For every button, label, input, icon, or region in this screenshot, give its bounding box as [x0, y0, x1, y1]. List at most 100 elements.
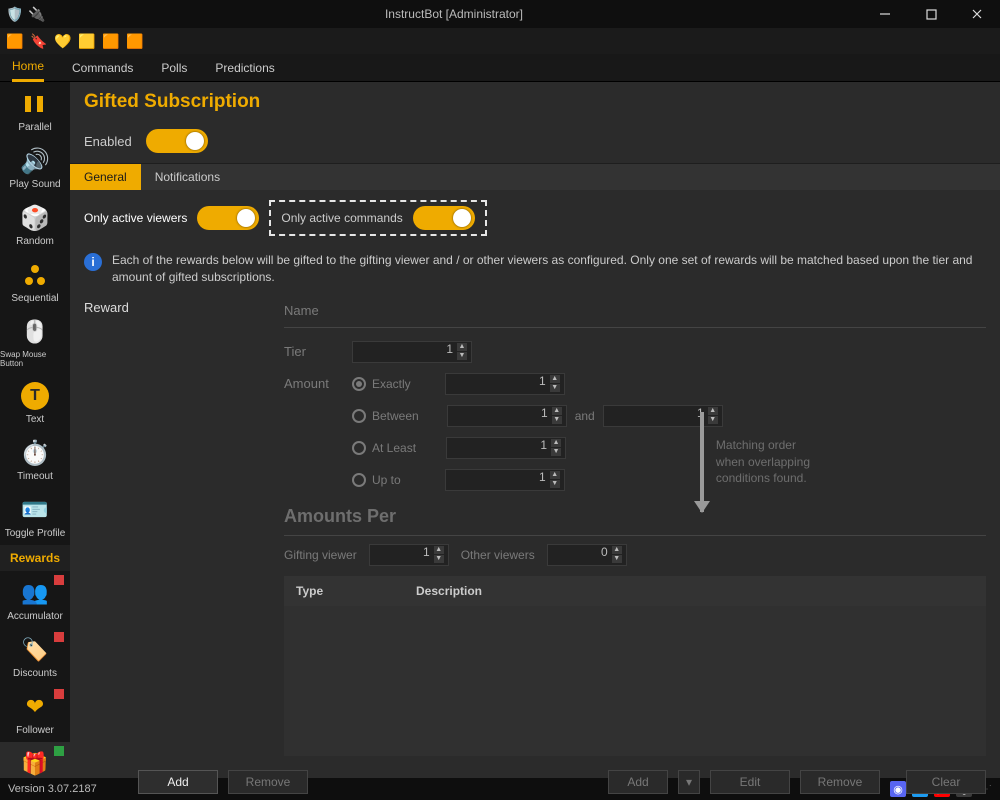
info-icon: i: [84, 253, 102, 271]
tab-predictions[interactable]: Predictions: [215, 55, 274, 81]
remove-action-button[interactable]: Remove: [800, 770, 880, 794]
add-reward-button[interactable]: Add: [138, 770, 218, 794]
sidebar-item-label: Text: [26, 414, 44, 425]
tier-label: Tier: [284, 344, 344, 359]
rewards-table-header: Type Description: [284, 576, 986, 606]
sidebar-item-discounts[interactable]: 🏷️ Discounts: [0, 628, 70, 685]
subtab-notifications[interactable]: Notifications: [141, 164, 234, 190]
other-viewers-input[interactable]: 0▲▼: [547, 544, 627, 566]
subtabs: General Notifications: [70, 163, 1000, 190]
mouse-icon: 🖱️: [15, 314, 55, 350]
sidebar-item-label: Random: [16, 236, 54, 247]
speaker-icon: 🔊: [15, 143, 55, 179]
sidebar-item-text[interactable]: T Text: [0, 374, 70, 431]
gifting-viewer-input[interactable]: 1▲▼: [369, 544, 449, 566]
gift-icon: 🎁: [15, 746, 55, 778]
exactly-label: Exactly: [372, 377, 411, 391]
radio-between[interactable]: [352, 409, 366, 423]
arrow-down-icon: [700, 412, 704, 512]
add-action-dropdown[interactable]: ▾: [678, 770, 700, 794]
window-title: InstructBot [Administrator]: [46, 0, 862, 28]
sidebar-item-random[interactable]: 🎲 Random: [0, 196, 70, 253]
sidebar-item-label: Swap Mouse Button: [0, 350, 70, 368]
at-least-input[interactable]: 1▲▼: [446, 437, 566, 459]
sidebar-item-follower[interactable]: ❤ Follower: [0, 685, 70, 742]
radio-exactly[interactable]: [352, 377, 366, 391]
sidebar-item-parallel[interactable]: Parallel: [0, 82, 70, 139]
enabled-toggle[interactable]: [146, 129, 208, 153]
only-active-commands-highlight: Only active commands: [269, 200, 486, 236]
sidebar-item-timeout[interactable]: ⏱️ Timeout: [0, 431, 70, 488]
radio-up-to[interactable]: [352, 473, 366, 487]
close-button[interactable]: [954, 0, 1000, 28]
maximize-button[interactable]: [908, 0, 954, 28]
sidebar-section-rewards: Rewards: [0, 545, 70, 571]
toolbar-icon-4[interactable]: 🟨: [78, 32, 96, 50]
enabled-label: Enabled: [84, 134, 132, 149]
radio-at-least[interactable]: [352, 441, 366, 455]
up-to-label: Up to: [372, 473, 401, 487]
toolbar-icon-5[interactable]: 🟧: [102, 32, 120, 50]
name-label: Name: [284, 303, 344, 318]
sidebar-item-label: Play Sound: [9, 179, 60, 190]
th-description: Description: [404, 576, 494, 606]
between-label: Between: [372, 409, 419, 423]
only-active-viewers-label: Only active viewers: [84, 211, 187, 225]
accumulator-icon: 👥: [15, 575, 55, 611]
toolbar-icon-3[interactable]: 💛: [54, 32, 72, 50]
clock-icon: ⏱️: [15, 435, 55, 471]
exactly-input[interactable]: 1▲▼: [445, 373, 565, 395]
between-and-label: and: [575, 409, 595, 423]
reward-column-label: Reward: [84, 298, 284, 756]
sidebar-item-sequential[interactable]: Sequential: [0, 253, 70, 310]
up-to-input[interactable]: 1▲▼: [445, 469, 565, 491]
sequential-icon: [15, 257, 55, 293]
sidebar-item-label: Parallel: [18, 122, 51, 133]
app-logo-icon: 🛡️: [6, 5, 24, 23]
between-low-input[interactable]: 1▲▼: [447, 405, 567, 427]
sidebar-item-label: Discounts: [13, 668, 57, 679]
amount-label: Amount: [284, 376, 344, 391]
text-icon: T: [15, 378, 55, 414]
sidebar-item-play-sound[interactable]: 🔊 Play Sound: [0, 139, 70, 196]
gifting-viewer-label: Gifting viewer: [284, 548, 357, 562]
sidebar: Parallel 🔊 Play Sound 🎲 Random Sequentia…: [0, 82, 70, 778]
top-tabs: Home Commands Polls Predictions: [0, 54, 1000, 82]
only-active-commands-toggle[interactable]: [413, 206, 475, 230]
parallel-icon: [15, 86, 55, 122]
add-action-button[interactable]: Add: [608, 770, 668, 794]
subtab-general[interactable]: General: [70, 164, 141, 190]
toolbar-icon-2[interactable]: 🔖: [30, 32, 48, 50]
only-active-commands-label: Only active commands: [281, 211, 402, 225]
dice-icon: 🎲: [15, 200, 55, 236]
toolbar: 🟧 🔖 💛 🟨 🟧 🟧: [0, 28, 1000, 54]
minimize-button[interactable]: [862, 0, 908, 28]
tab-polls[interactable]: Polls: [161, 55, 187, 81]
only-active-viewers-toggle[interactable]: [197, 206, 259, 230]
toolbar-icon-1[interactable]: 🟧: [6, 32, 24, 50]
sidebar-item-accumulator[interactable]: 👥 Accumulator: [0, 571, 70, 628]
status-badge: [54, 575, 64, 585]
page-title: Gifted Subscription: [84, 91, 986, 113]
sidebar-item-toggle-profile[interactable]: 🪪 Toggle Profile: [0, 488, 70, 545]
edit-action-button[interactable]: Edit: [710, 770, 790, 794]
toolbar-icon-6[interactable]: 🟧: [126, 32, 144, 50]
remove-reward-button[interactable]: Remove: [228, 770, 308, 794]
status-badge: [54, 632, 64, 642]
matching-order-note: Matching order when overlapping conditio…: [700, 412, 810, 512]
amounts-per-title: Amounts Per: [284, 496, 986, 531]
sidebar-item-gifted-subscription[interactable]: 🎁 Gifted Subscription: [0, 742, 70, 778]
window-titlebar: 🛡️ 🔌 InstructBot [Administrator]: [0, 0, 1000, 28]
status-badge: [54, 689, 64, 699]
plug-icon[interactable]: 🔌: [28, 5, 46, 23]
tier-input[interactable]: 1▲▼: [352, 341, 472, 363]
clear-button[interactable]: Clear: [906, 770, 986, 794]
status-badge: [54, 746, 64, 756]
tab-home[interactable]: Home: [12, 53, 44, 82]
sidebar-item-swap-mouse[interactable]: 🖱️ Swap Mouse Button: [0, 310, 70, 374]
sidebar-item-label: Accumulator: [7, 611, 63, 622]
sidebar-item-label: Sequential: [11, 293, 58, 304]
tab-commands[interactable]: Commands: [72, 55, 133, 81]
other-viewers-label: Other viewers: [461, 548, 535, 562]
rewards-table-body: [284, 606, 986, 756]
